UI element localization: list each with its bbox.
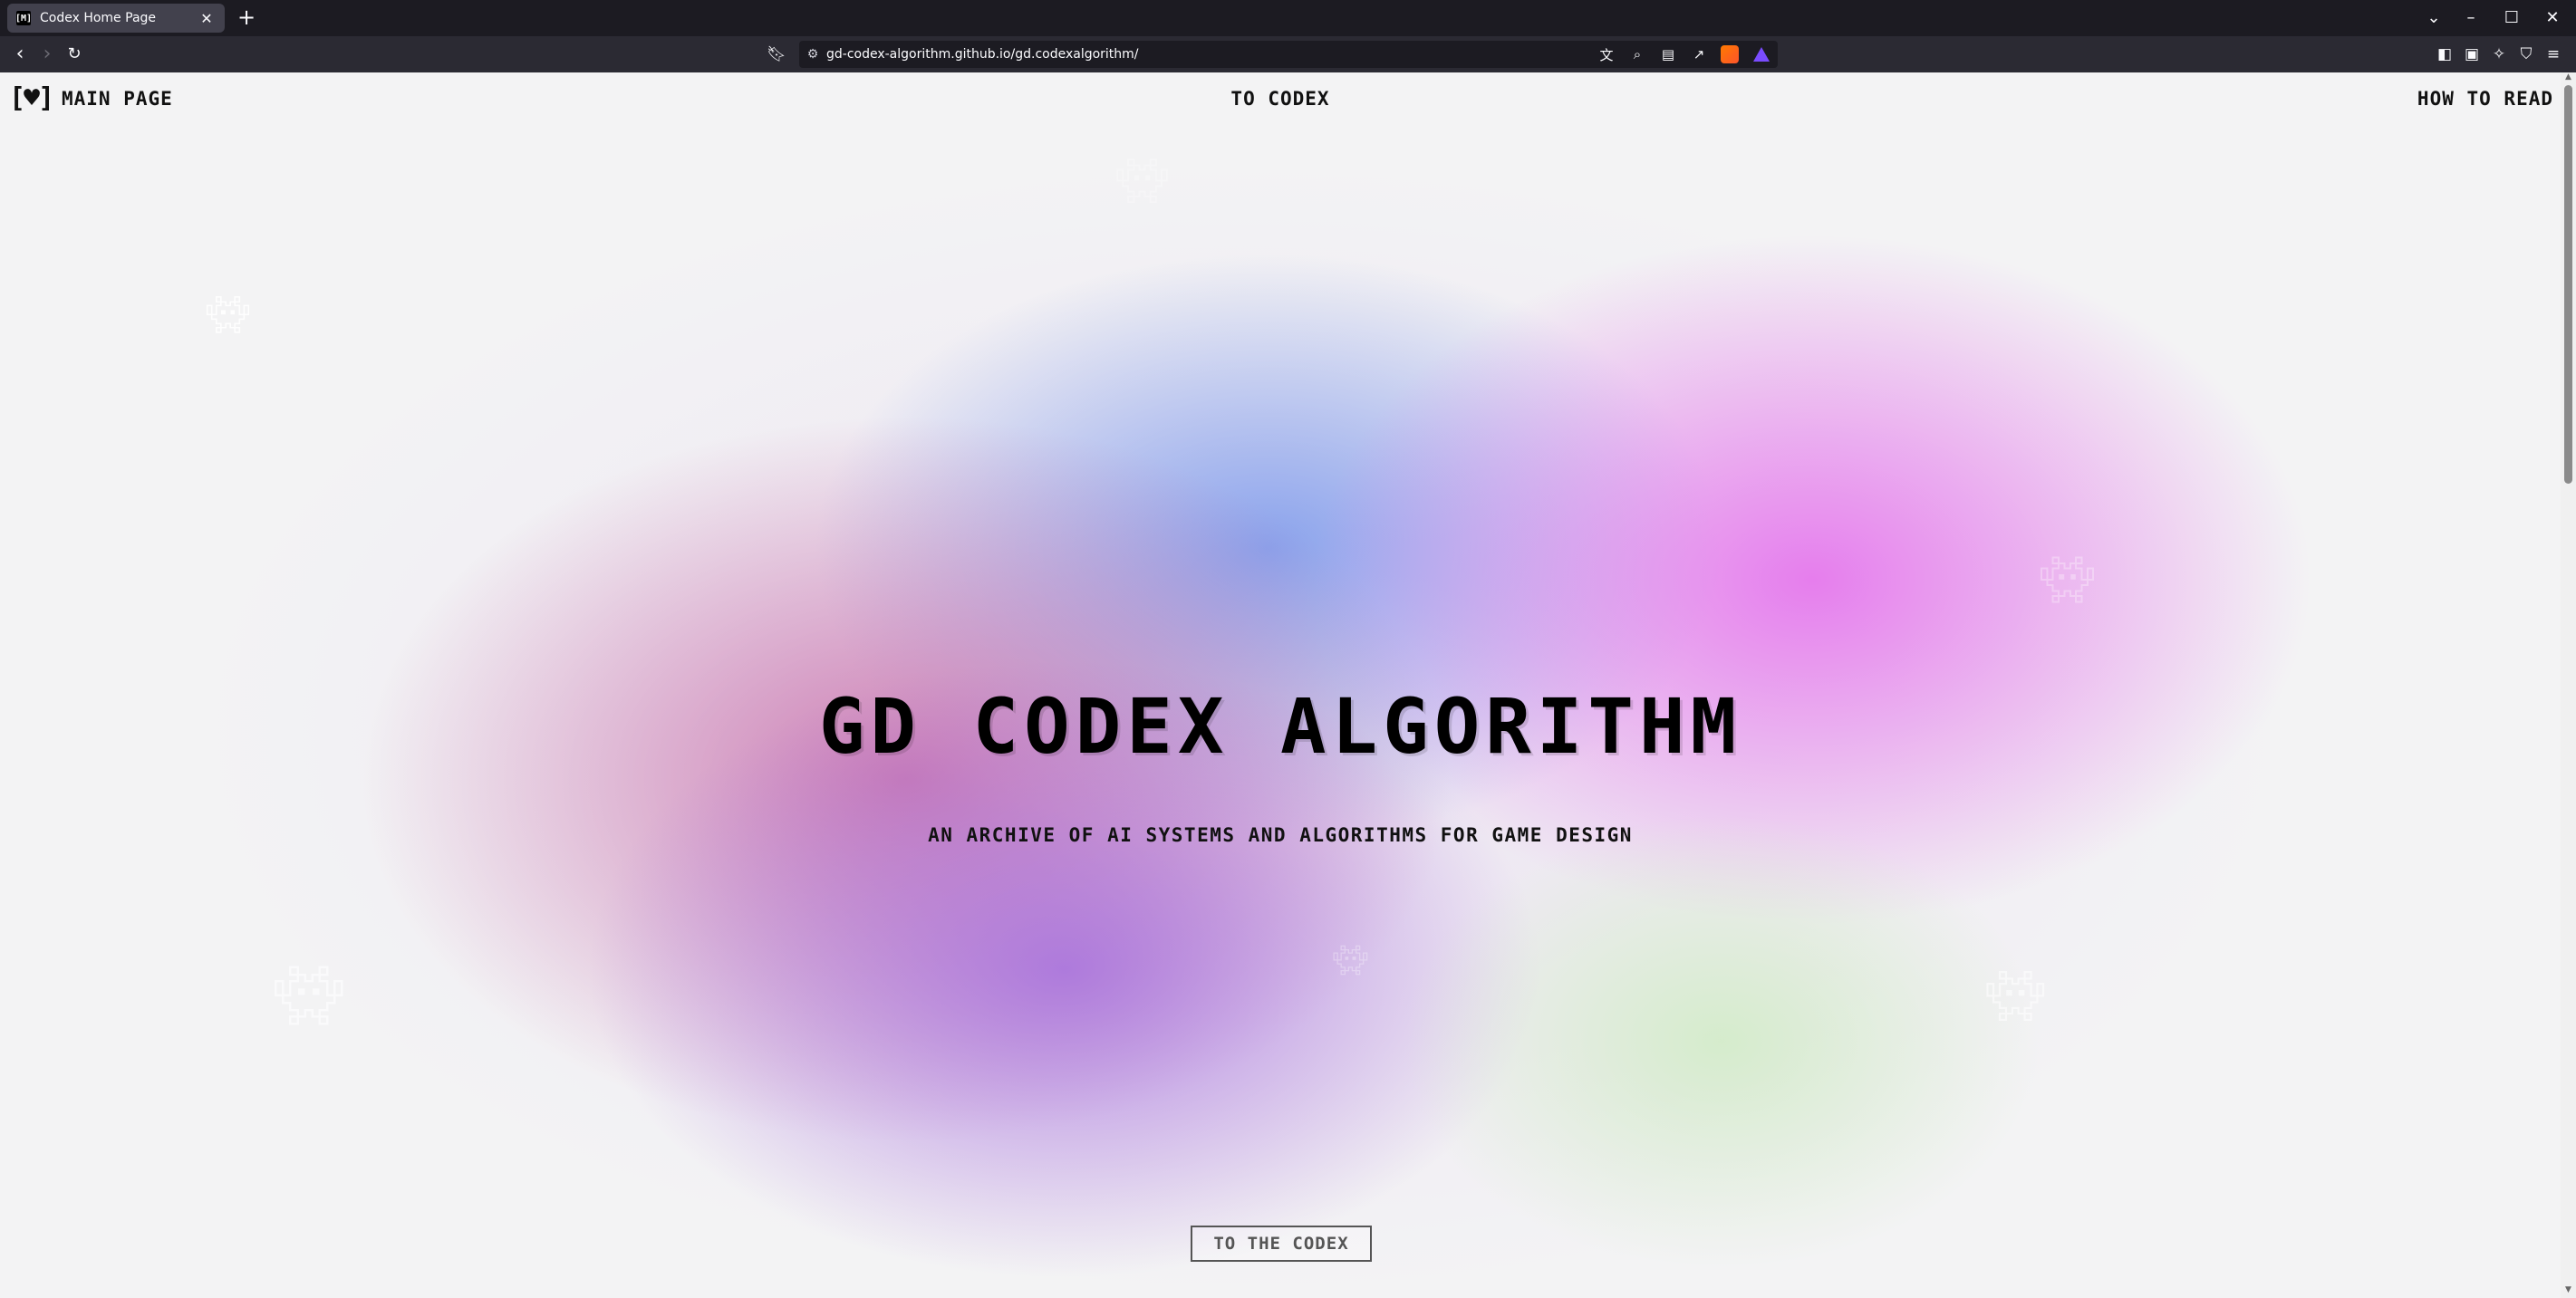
wallet-icon[interactable]: ▣	[2458, 42, 2485, 67]
site-logo[interactable]: [♥]	[9, 83, 54, 114]
scroll-up-arrow-icon[interactable]: ▲	[2561, 72, 2576, 85]
space-invader-icon: 👾︎	[272, 963, 346, 1030]
hero-subtitle: AN ARCHIVE OF AI SYSTEMS AND ALGORITHMS …	[928, 824, 1633, 846]
site-header: [♥] MAIN PAGE TO CODEX HOW TO READ	[0, 72, 2561, 123]
maximize-icon[interactable]: ☐	[2494, 5, 2530, 31]
space-invader-icon: 👾︎	[2039, 553, 2097, 606]
tab-title: Codex Home Page	[40, 11, 157, 25]
menu-icon[interactable]: ≡	[2540, 42, 2567, 67]
page-viewport: 👾︎ 👾︎ 👾︎ 👾︎ 👾︎ 👾︎ [♥] MAIN PAGE TO CODEX…	[0, 72, 2561, 1298]
vpn-shield-icon[interactable]: ⛉	[2513, 42, 2540, 67]
reload-icon[interactable]: ↻	[62, 42, 87, 67]
url-text[interactable]: gd-codex-algorithm.github.io/gd.codexalg…	[826, 47, 1591, 62]
close-tab-icon[interactable]: ✕	[198, 10, 216, 27]
sidebar-icon[interactable]: ◧	[2431, 42, 2458, 67]
space-invader-icon: 👾︎	[1984, 967, 2047, 1024]
background-blob-green	[1404, 815, 2039, 1268]
nav-main-page-link[interactable]: MAIN PAGE	[62, 85, 173, 112]
space-invader-icon: 👾︎	[1114, 156, 1170, 207]
tab-favicon-icon: [M]	[15, 11, 32, 25]
to-the-codex-button[interactable]: TO THE CODEX	[1191, 1226, 1372, 1262]
share-icon[interactable]: ↗	[1684, 46, 1714, 62]
page-scrollbar[interactable]: ▲ ▼	[2561, 72, 2576, 1298]
space-invader-icon: 👾︎	[1332, 943, 1369, 977]
nav-how-to-read-link[interactable]: HOW TO READ	[2372, 85, 2553, 112]
translate-icon[interactable]: 文	[1591, 45, 1622, 64]
browser-tab[interactable]: [M] Codex Home Page ✕	[7, 4, 225, 33]
hero-title: GD CODEX ALGORITHM	[818, 682, 1742, 771]
space-invader-icon: 👾︎	[205, 294, 251, 336]
zoom-icon[interactable]: ⌕	[1622, 46, 1653, 62]
new-tab-button[interactable]: +	[234, 5, 259, 31]
close-window-icon[interactable]: ✕	[2534, 5, 2571, 31]
reader-view-icon[interactable]: ▤	[1653, 46, 1684, 62]
scrollbar-thumb[interactable]	[2564, 85, 2572, 484]
tab-bar: [M] Codex Home Page ✕ + ⌄ – ☐ ✕	[0, 0, 2576, 36]
nav-to-codex-link[interactable]: TO CODEX	[1214, 85, 1346, 112]
brave-shields-icon[interactable]	[1721, 45, 1739, 63]
scroll-down-arrow-icon[interactable]: ▼	[2561, 1285, 2576, 1298]
nav-bar: ‹ › ↻ 🔖︎ ⚙ gd-codex-algorithm.github.io/…	[0, 36, 2576, 72]
bookmark-icon[interactable]: 🔖︎	[764, 42, 789, 67]
site-info-icon[interactable]: ⚙	[799, 47, 826, 62]
url-bar[interactable]: ⚙ gd-codex-algorithm.github.io/gd.codexa…	[799, 41, 1778, 68]
minimize-icon[interactable]: –	[2453, 5, 2489, 31]
brave-rewards-icon[interactable]	[1753, 47, 1770, 62]
leo-ai-icon[interactable]: ✧	[2485, 42, 2513, 67]
forward-arrow-icon[interactable]: ›	[34, 42, 60, 67]
back-arrow-icon[interactable]: ‹	[7, 42, 33, 67]
chevron-down-icon[interactable]: ⌄	[2416, 5, 2452, 31]
